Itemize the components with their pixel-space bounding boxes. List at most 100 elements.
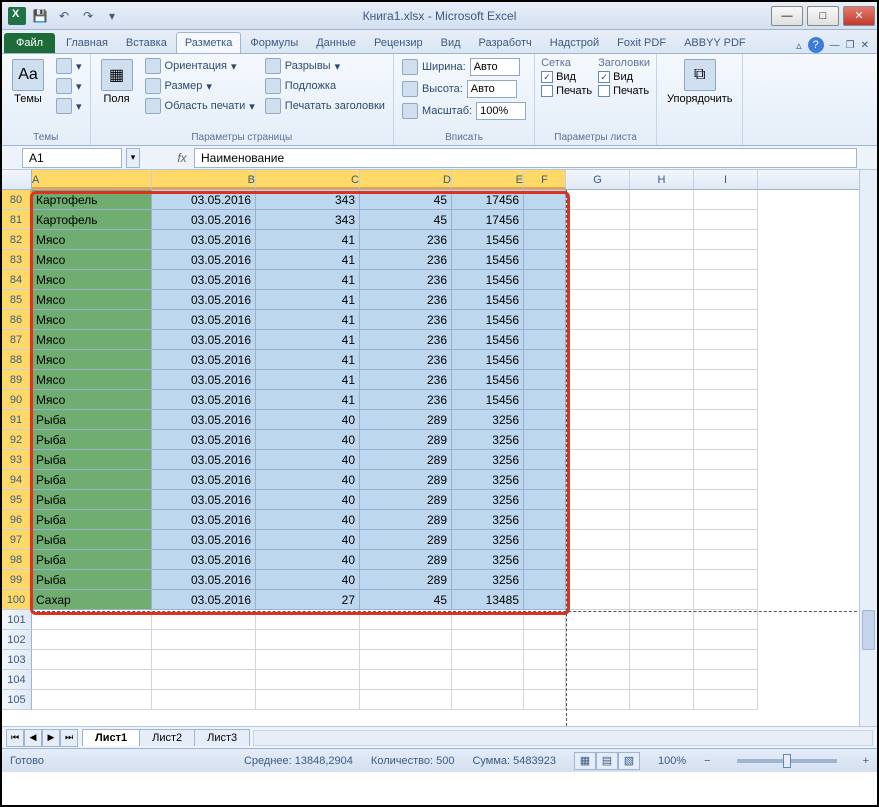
- cell[interactable]: 03.05.2016: [152, 310, 256, 330]
- cell[interactable]: Сахар: [32, 590, 152, 610]
- view-normal-button[interactable]: ▦: [574, 752, 596, 770]
- cell[interactable]: [630, 330, 694, 350]
- cell[interactable]: 15456: [452, 330, 524, 350]
- close-button[interactable]: ✕: [843, 6, 875, 26]
- column-header-G[interactable]: G: [566, 170, 630, 189]
- row-header[interactable]: 93: [2, 450, 32, 470]
- cell[interactable]: [694, 250, 758, 270]
- row-header[interactable]: 90: [2, 390, 32, 410]
- zoom-slider-thumb[interactable]: [783, 754, 791, 768]
- row-header[interactable]: 102: [2, 630, 32, 650]
- row-header[interactable]: 89: [2, 370, 32, 390]
- cell[interactable]: [694, 690, 758, 710]
- cell[interactable]: Рыба: [32, 450, 152, 470]
- cell[interactable]: Рыба: [32, 570, 152, 590]
- cell[interactable]: 41: [256, 230, 360, 250]
- row-header[interactable]: 99: [2, 570, 32, 590]
- cell[interactable]: 03.05.2016: [152, 330, 256, 350]
- cell[interactable]: [32, 610, 152, 630]
- sheet-nav-prev[interactable]: ◀: [24, 729, 42, 747]
- cell[interactable]: 289: [360, 410, 452, 430]
- ribbon-tab-foxit pdf[interactable]: Foxit PDF: [608, 32, 675, 53]
- cell[interactable]: 45: [360, 590, 452, 610]
- print-titles-button[interactable]: Печатать заголовки: [263, 97, 387, 115]
- vertical-scrollbar[interactable]: [859, 170, 877, 726]
- cell[interactable]: 03.05.2016: [152, 190, 256, 210]
- row-header[interactable]: 98: [2, 550, 32, 570]
- cell[interactable]: [566, 530, 630, 550]
- cell[interactable]: Рыба: [32, 550, 152, 570]
- cell[interactable]: 41: [256, 250, 360, 270]
- cell[interactable]: [694, 490, 758, 510]
- cell[interactable]: 236: [360, 310, 452, 330]
- scale-input[interactable]: [476, 102, 526, 120]
- cell[interactable]: [694, 610, 758, 630]
- cell[interactable]: [524, 630, 566, 650]
- cell[interactable]: Мясо: [32, 230, 152, 250]
- cell[interactable]: Мясо: [32, 290, 152, 310]
- headings-view-checkbox[interactable]: ✓Вид: [598, 71, 650, 83]
- sheet-tab[interactable]: Лист1: [82, 729, 140, 746]
- row-header[interactable]: 80: [2, 190, 32, 210]
- cell[interactable]: [360, 610, 452, 630]
- cell[interactable]: [524, 610, 566, 630]
- cell[interactable]: 236: [360, 390, 452, 410]
- cell[interactable]: [566, 330, 630, 350]
- cell[interactable]: 03.05.2016: [152, 530, 256, 550]
- cell[interactable]: 03.05.2016: [152, 270, 256, 290]
- row-header[interactable]: 92: [2, 430, 32, 450]
- cell[interactable]: 41: [256, 370, 360, 390]
- cell[interactable]: [566, 610, 630, 630]
- cell[interactable]: [524, 530, 566, 550]
- mdi-restore-icon[interactable]: ❐: [846, 40, 855, 51]
- cell[interactable]: 41: [256, 330, 360, 350]
- undo-icon[interactable]: ↶: [54, 6, 74, 26]
- minimize-button[interactable]: —: [771, 6, 803, 26]
- name-box[interactable]: A1: [22, 148, 122, 168]
- cell[interactable]: [524, 650, 566, 670]
- cell[interactable]: [566, 370, 630, 390]
- cell[interactable]: [524, 350, 566, 370]
- cell[interactable]: [566, 190, 630, 210]
- row-header[interactable]: 91: [2, 410, 32, 430]
- cell[interactable]: Мясо: [32, 390, 152, 410]
- cell[interactable]: [152, 630, 256, 650]
- cell[interactable]: [524, 550, 566, 570]
- formula-input[interactable]: [194, 148, 857, 168]
- cell[interactable]: [32, 690, 152, 710]
- cell[interactable]: 27: [256, 590, 360, 610]
- cell[interactable]: [566, 290, 630, 310]
- cell[interactable]: [694, 370, 758, 390]
- maximize-button[interactable]: □: [807, 6, 839, 26]
- ribbon-tab-разметка[interactable]: Разметка: [176, 32, 242, 53]
- ribbon-tab-вид[interactable]: Вид: [432, 32, 470, 53]
- horizontal-scrollbar[interactable]: [253, 730, 873, 746]
- cell[interactable]: [694, 450, 758, 470]
- cell[interactable]: [524, 250, 566, 270]
- cell[interactable]: [566, 630, 630, 650]
- cell[interactable]: [524, 490, 566, 510]
- row-header[interactable]: 103: [2, 650, 32, 670]
- cell[interactable]: [694, 350, 758, 370]
- cell[interactable]: [566, 350, 630, 370]
- cell[interactable]: 03.05.2016: [152, 590, 256, 610]
- cell[interactable]: [256, 650, 360, 670]
- row-header[interactable]: 104: [2, 670, 32, 690]
- cell[interactable]: [630, 690, 694, 710]
- cell[interactable]: [566, 690, 630, 710]
- cell[interactable]: [152, 670, 256, 690]
- themes-button[interactable]: Aa Темы: [8, 57, 48, 107]
- cell[interactable]: Рыба: [32, 410, 152, 430]
- cell[interactable]: 289: [360, 550, 452, 570]
- cell[interactable]: [694, 410, 758, 430]
- cell[interactable]: 289: [360, 510, 452, 530]
- cell[interactable]: [630, 610, 694, 630]
- cell[interactable]: [524, 450, 566, 470]
- cell[interactable]: 17456: [452, 190, 524, 210]
- cell[interactable]: 15456: [452, 290, 524, 310]
- cell[interactable]: [524, 690, 566, 710]
- theme-fonts-button[interactable]: ▾: [54, 77, 84, 95]
- cell[interactable]: [694, 190, 758, 210]
- grid-body[interactable]: 80Картофель03.05.2016343451745681Картофе…: [2, 190, 877, 726]
- select-all-corner[interactable]: [2, 170, 32, 189]
